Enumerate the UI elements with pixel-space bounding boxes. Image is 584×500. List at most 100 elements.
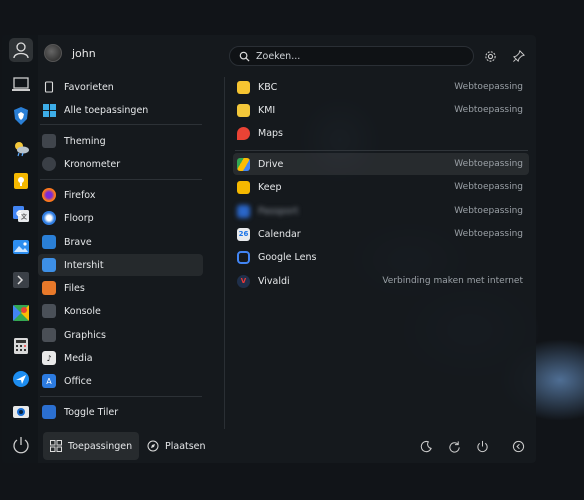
sleep-icon[interactable] (418, 438, 434, 454)
folder-icon (42, 281, 56, 295)
category-label: Konsole (64, 305, 101, 317)
app-google-lens[interactable]: Google Lens (233, 246, 529, 268)
app-vivaldi[interactable]: V Vivaldi Verbinding maken met internet (233, 270, 529, 292)
category-label: Kronometer (64, 158, 121, 170)
app-blurred[interactable]: Passport Webtoepassing (233, 200, 529, 222)
kmi-icon (237, 103, 250, 117)
category-label: Brave (64, 236, 92, 248)
favorites-sidebar: G文 (2, 35, 38, 463)
brush-icon (42, 328, 56, 342)
maps-icon[interactable] (9, 301, 33, 325)
konsole-icon (42, 304, 56, 318)
maps-pin-icon (237, 126, 250, 140)
category-intershit[interactable]: Intershit (38, 254, 203, 276)
category-graphics[interactable]: Graphics (38, 324, 203, 346)
calendar-icon: 26 (237, 227, 250, 241)
app-maps[interactable]: Maps (233, 122, 529, 144)
terminal-icon[interactable] (9, 268, 33, 292)
category-all-apps[interactable]: Alle toepassingen (38, 99, 203, 121)
app-kbc[interactable]: KBC Webtoepassing (233, 76, 529, 98)
divider (40, 396, 202, 397)
divider (235, 150, 528, 151)
search-field[interactable]: Zoeken... (229, 46, 474, 66)
category-brave[interactable]: Brave (38, 231, 203, 253)
drive-icon (237, 157, 250, 171)
music-icon: ♪ (42, 351, 56, 365)
category-label: Media (64, 352, 93, 364)
browser-icon[interactable] (9, 367, 33, 391)
image-viewer-icon[interactable] (9, 235, 33, 259)
svg-text:文: 文 (20, 213, 28, 221)
app-keep[interactable]: Keep Webtoepassing (233, 176, 529, 198)
category-label: Floorp (64, 212, 94, 224)
category-favorites[interactable]: Favorieten (38, 76, 203, 98)
category-kronometer[interactable]: Kronometer (38, 153, 203, 175)
applications-tab[interactable]: Toepassingen (43, 432, 140, 460)
screenshot-icon[interactable] (9, 400, 33, 424)
category-konsole[interactable]: Konsole (38, 300, 203, 322)
floorp-icon (42, 211, 56, 225)
weather-icon[interactable] (9, 136, 33, 160)
app-calendar[interactable]: 26 Calendar Webtoepassing (233, 223, 529, 245)
category-media[interactable]: ♪ Media (38, 347, 203, 369)
app-description: Webtoepassing (454, 105, 523, 115)
brave-icon[interactable] (9, 104, 33, 128)
bookmark-icon (42, 80, 56, 94)
app-kmi[interactable]: KMI Webtoepassing (233, 99, 529, 121)
category-label: Alle toepassingen (64, 104, 149, 116)
divider (40, 124, 202, 125)
places-tab-label: Plaatsen (165, 440, 206, 452)
search-placeholder: Zoeken... (256, 50, 301, 62)
category-label: Graphics (64, 329, 106, 341)
search-icon (239, 51, 250, 62)
compass-icon (147, 440, 159, 452)
places-tab[interactable]: Plaatsen (140, 432, 213, 460)
category-label: Office (64, 375, 92, 387)
user-icon[interactable] (9, 38, 33, 62)
app-name: Passport (258, 205, 299, 217)
username: john (72, 46, 96, 60)
app-name: Vivaldi (258, 275, 290, 287)
office-icon: A (42, 374, 56, 388)
category-firefox[interactable]: Firefox (38, 184, 203, 206)
keep-icon[interactable] (9, 169, 33, 193)
category-toggle-tiler[interactable]: Toggle Tiler (38, 401, 203, 423)
app-icon (237, 204, 250, 218)
app-description: Webtoepassing (454, 182, 523, 192)
app-name: KBC (258, 81, 278, 93)
user-header: john (44, 44, 96, 62)
category-files[interactable]: Files (38, 277, 203, 299)
grid-icon (50, 440, 62, 452)
stopwatch-icon (42, 157, 56, 171)
app-description: Webtoepassing (454, 159, 523, 169)
chevron-left-icon[interactable] (510, 438, 526, 454)
gear-icon[interactable] (482, 48, 498, 64)
category-floorp[interactable]: Floorp (38, 207, 203, 229)
divider (40, 179, 202, 180)
app-description: Webtoepassing (454, 206, 523, 216)
app-name: Maps (258, 127, 283, 139)
grid-icon (42, 103, 56, 117)
category-label: Firefox (64, 189, 96, 201)
app-name: Calendar (258, 228, 301, 240)
calculator-icon[interactable] (9, 334, 33, 358)
app-drive[interactable]: Drive Webtoepassing (233, 153, 529, 175)
category-office[interactable]: A Office (38, 370, 203, 392)
app-name: Google Lens (258, 251, 317, 263)
vivaldi-icon: V (237, 274, 250, 288)
restart-icon[interactable] (446, 438, 462, 454)
category-label: Toggle Tiler (64, 406, 119, 418)
kbc-icon (237, 80, 250, 94)
category-label: Files (64, 282, 85, 294)
keep-icon (237, 180, 250, 194)
avatar[interactable] (44, 44, 62, 62)
computer-icon[interactable] (9, 72, 33, 96)
power-icon[interactable] (9, 433, 33, 457)
translate-icon[interactable]: G文 (9, 202, 33, 226)
shutdown-icon[interactable] (474, 438, 490, 454)
pin-icon[interactable] (511, 48, 527, 64)
category-theming[interactable]: Theming (38, 130, 203, 152)
lens-icon (237, 250, 250, 264)
app-description: Webtoepassing (454, 229, 523, 239)
applications-tab-label: Toepassingen (68, 440, 133, 452)
